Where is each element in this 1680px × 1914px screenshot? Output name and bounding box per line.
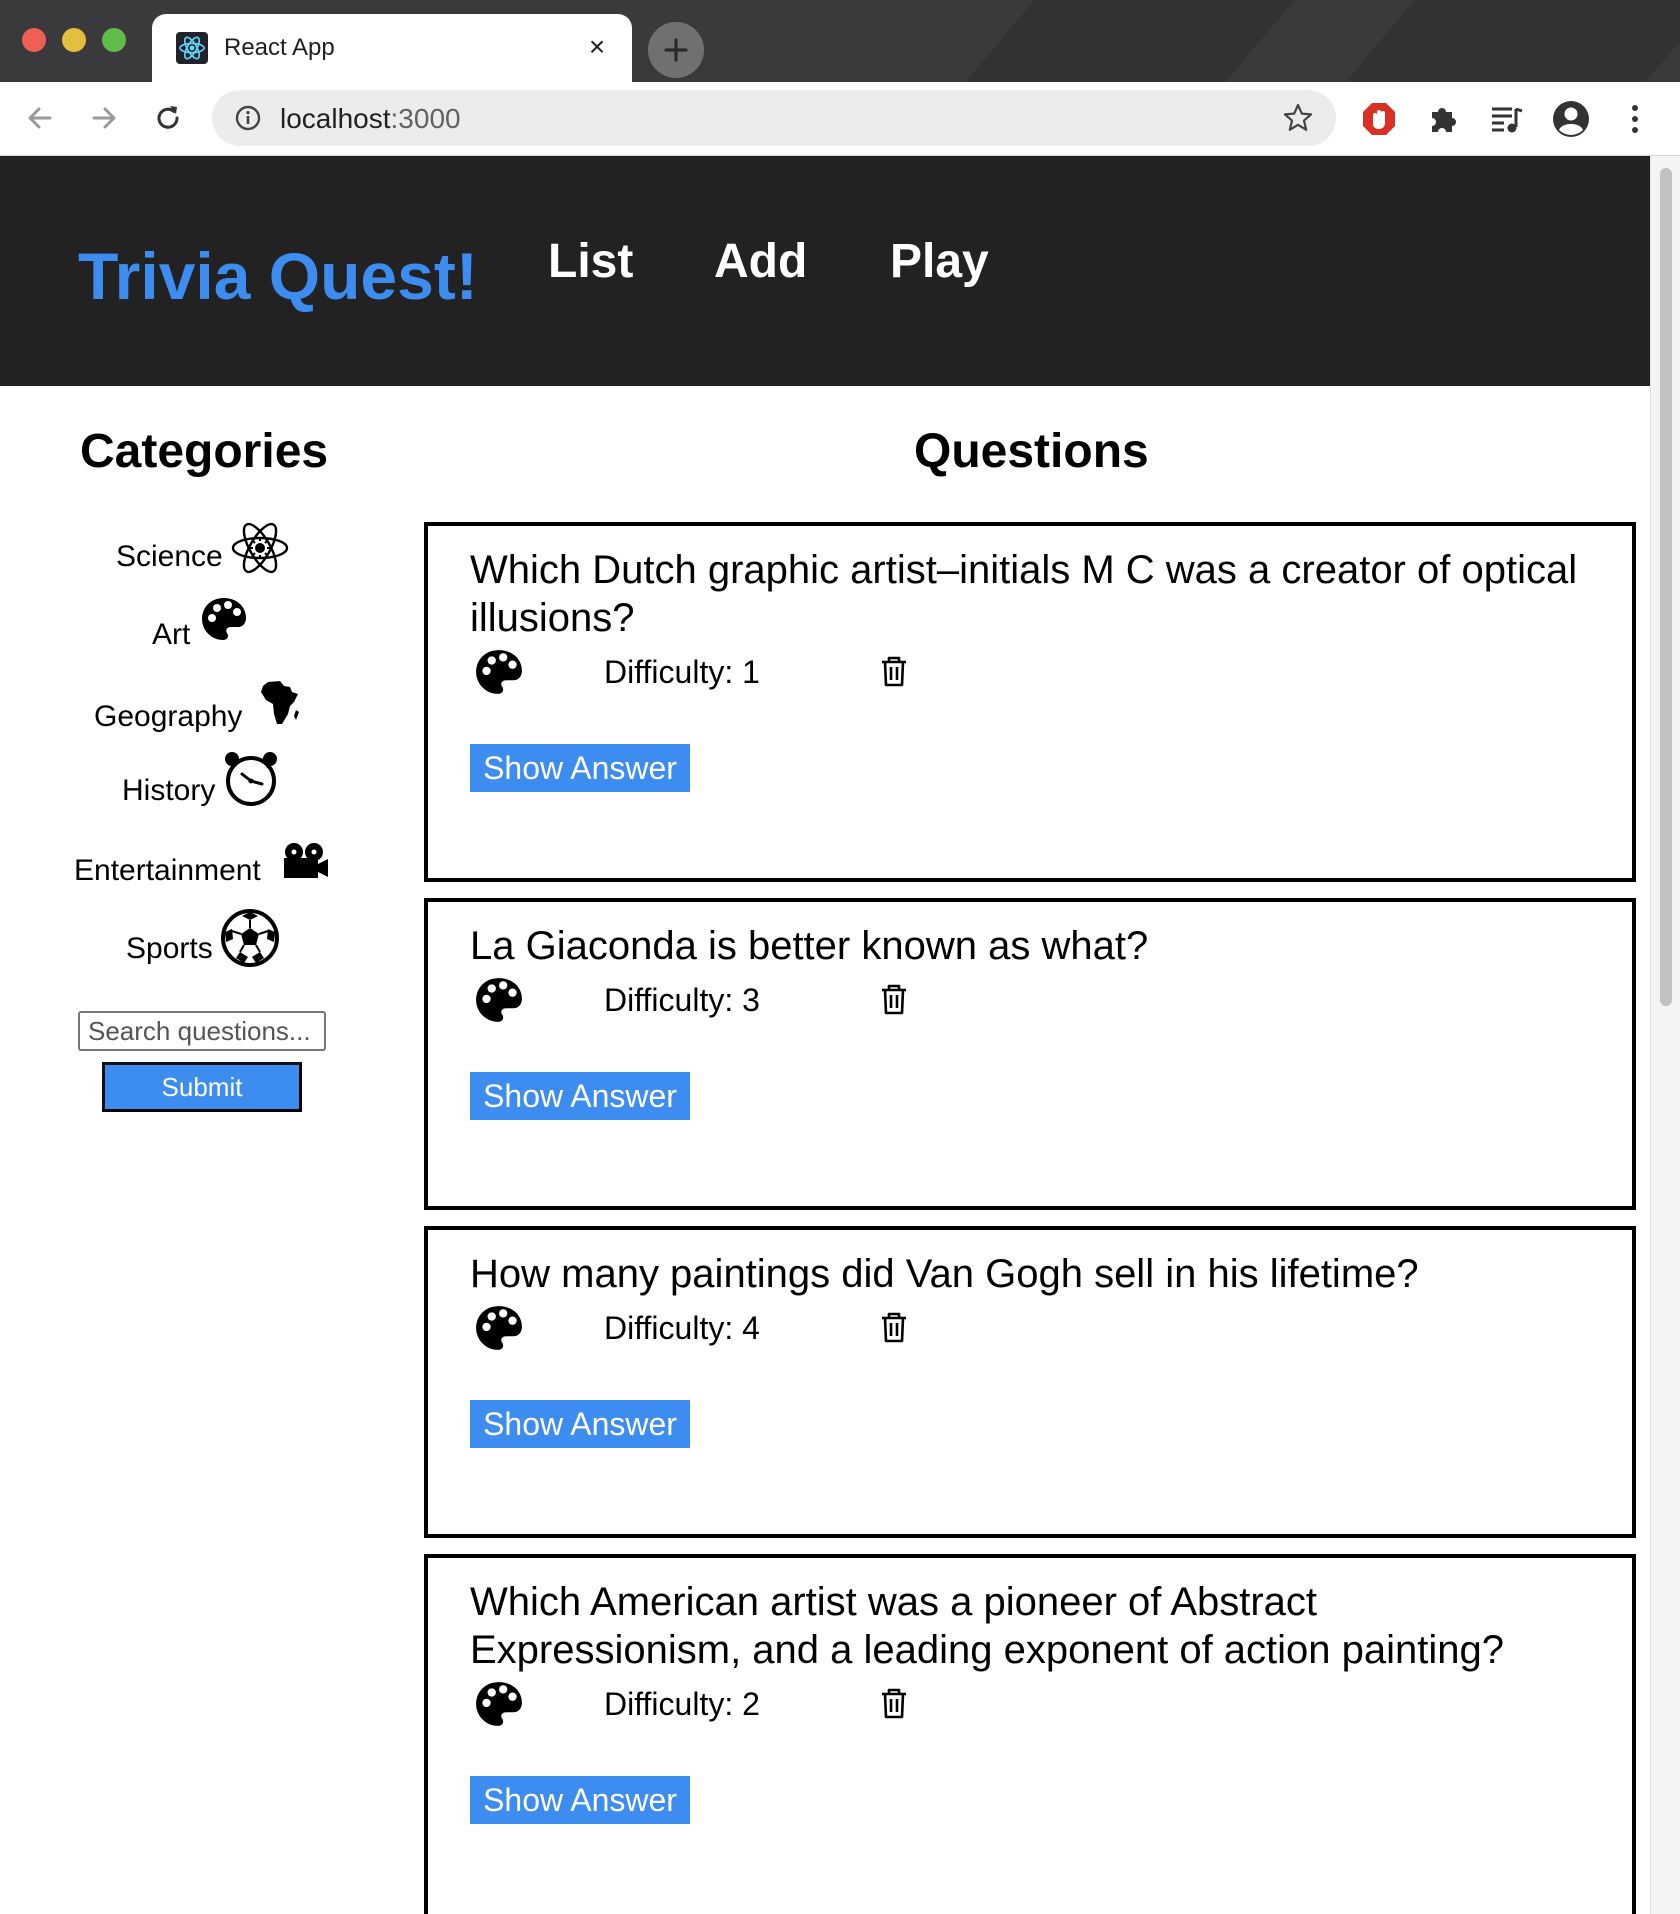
alarm-clock-icon bbox=[225, 752, 277, 806]
question-card: La Giaconda is better known as what? Dif… bbox=[424, 898, 1636, 1210]
app-header: Trivia Quest! List Add Play bbox=[0, 156, 1650, 386]
difficulty-label: Difficulty: 2 bbox=[604, 1686, 760, 1722]
category-item-art[interactable]: Art bbox=[152, 596, 262, 656]
url-port: :3000 bbox=[390, 103, 461, 134]
vertical-scrollbar[interactable] bbox=[1650, 156, 1680, 1914]
submit-button[interactable]: Submit bbox=[102, 1062, 302, 1112]
category-label: Art bbox=[152, 618, 191, 651]
forward-button[interactable] bbox=[84, 98, 124, 138]
puzzle-extensions-icon[interactable] bbox=[1424, 100, 1462, 138]
question-meta: Difficulty: 4 bbox=[474, 1304, 974, 1354]
nav-link-add[interactable]: Add bbox=[714, 234, 807, 289]
category-item-sports[interactable]: Sports bbox=[126, 908, 286, 968]
show-answer-button[interactable]: Show Answer bbox=[470, 744, 690, 792]
question-text: How many paintings did Van Gogh sell in … bbox=[470, 1252, 1419, 1296]
tab-title: React App bbox=[224, 34, 335, 61]
question-text: Which Dutch graphic artist–initials M C … bbox=[470, 548, 1578, 640]
question-meta: Difficulty: 1 bbox=[474, 648, 974, 698]
tabbar-decoration bbox=[1345, 0, 1680, 82]
scrollbar-thumb[interactable] bbox=[1660, 168, 1672, 1006]
search-input[interactable] bbox=[78, 1011, 326, 1051]
show-answer-button[interactable]: Show Answer bbox=[470, 1072, 690, 1120]
browser-tab-bar: React App × bbox=[0, 0, 1680, 82]
question-card: Which American artist was a pioneer of A… bbox=[424, 1554, 1636, 1914]
back-button[interactable] bbox=[20, 98, 60, 138]
category-label: History bbox=[122, 774, 216, 807]
react-logo-icon bbox=[176, 32, 208, 64]
adblock-extension-icon[interactable] bbox=[1360, 100, 1398, 138]
show-answer-button[interactable]: Show Answer bbox=[470, 1400, 690, 1448]
trash-icon[interactable] bbox=[878, 982, 910, 1016]
app-brand-title[interactable]: Trivia Quest! bbox=[78, 238, 478, 314]
window-minimize-button[interactable] bbox=[62, 28, 86, 52]
browser-tab-active[interactable]: React App × bbox=[152, 14, 632, 82]
difficulty-label: Difficulty: 3 bbox=[604, 982, 760, 1018]
questions-heading: Questions bbox=[914, 425, 1149, 478]
category-item-entertainment[interactable]: Entertainment bbox=[74, 842, 334, 902]
categories-heading: Categories bbox=[80, 425, 329, 478]
question-card: How many paintings did Van Gogh sell in … bbox=[424, 1226, 1636, 1538]
new-tab-button[interactable] bbox=[648, 22, 704, 78]
media-queue-icon[interactable] bbox=[1488, 100, 1526, 138]
nav-link-list[interactable]: List bbox=[548, 234, 633, 289]
film-projector-icon bbox=[284, 843, 328, 878]
browser-menu-icon[interactable] bbox=[1616, 100, 1654, 138]
category-label: Sports bbox=[126, 932, 213, 965]
palette-icon bbox=[476, 1682, 522, 1726]
soccer-ball-icon bbox=[221, 909, 279, 967]
address-bar[interactable]: localhost:3000 bbox=[212, 90, 1336, 146]
trash-icon[interactable] bbox=[878, 654, 910, 688]
url-host: localhost bbox=[280, 103, 391, 134]
atom-icon bbox=[231, 522, 289, 574]
palette-icon bbox=[476, 650, 522, 694]
bookmark-star-icon[interactable] bbox=[1282, 102, 1314, 134]
question-text: La Giaconda is better known as what? bbox=[470, 924, 1149, 968]
reload-icon bbox=[157, 106, 179, 129]
palette-icon bbox=[476, 978, 522, 1022]
nav-link-play[interactable]: Play bbox=[890, 234, 989, 289]
difficulty-label: Difficulty: 1 bbox=[604, 654, 760, 690]
question-meta: Difficulty: 2 bbox=[474, 1680, 974, 1730]
info-icon[interactable] bbox=[234, 104, 262, 132]
palette-icon bbox=[476, 1306, 522, 1350]
category-item-geography[interactable]: Geography bbox=[94, 680, 314, 740]
tab-close-icon[interactable]: × bbox=[582, 31, 612, 62]
category-label: Science bbox=[116, 540, 223, 573]
plus-icon bbox=[664, 38, 688, 62]
window-close-button[interactable] bbox=[22, 28, 46, 52]
arrow-left-icon bbox=[28, 107, 52, 129]
show-answer-button[interactable]: Show Answer bbox=[470, 1776, 690, 1824]
browser-toolbar: localhost:3000 bbox=[0, 82, 1680, 156]
question-text: Which American artist was a pioneer of A… bbox=[470, 1580, 1505, 1672]
arrow-right-icon bbox=[92, 107, 116, 129]
tabbar-decoration bbox=[965, 0, 1295, 82]
question-meta: Difficulty: 3 bbox=[474, 976, 974, 1026]
question-card: Which Dutch graphic artist–initials M C … bbox=[424, 522, 1636, 882]
category-label: Geography bbox=[94, 700, 243, 733]
trash-icon[interactable] bbox=[878, 1310, 910, 1344]
page-viewport: Trivia Quest! List Add Play Categories Q… bbox=[0, 156, 1680, 1914]
reload-button[interactable] bbox=[148, 98, 188, 138]
palette-icon bbox=[202, 598, 246, 640]
trash-icon[interactable] bbox=[878, 1686, 910, 1720]
window-maximize-button[interactable] bbox=[102, 28, 126, 52]
category-item-history[interactable]: History bbox=[122, 750, 292, 810]
category-item-science[interactable]: Science bbox=[116, 518, 296, 578]
difficulty-label: Difficulty: 4 bbox=[604, 1310, 760, 1346]
url-text: localhost:3000 bbox=[280, 103, 461, 135]
profile-avatar-icon[interactable] bbox=[1552, 100, 1590, 138]
category-label: Entertainment bbox=[74, 854, 261, 887]
africa-icon bbox=[261, 681, 299, 724]
